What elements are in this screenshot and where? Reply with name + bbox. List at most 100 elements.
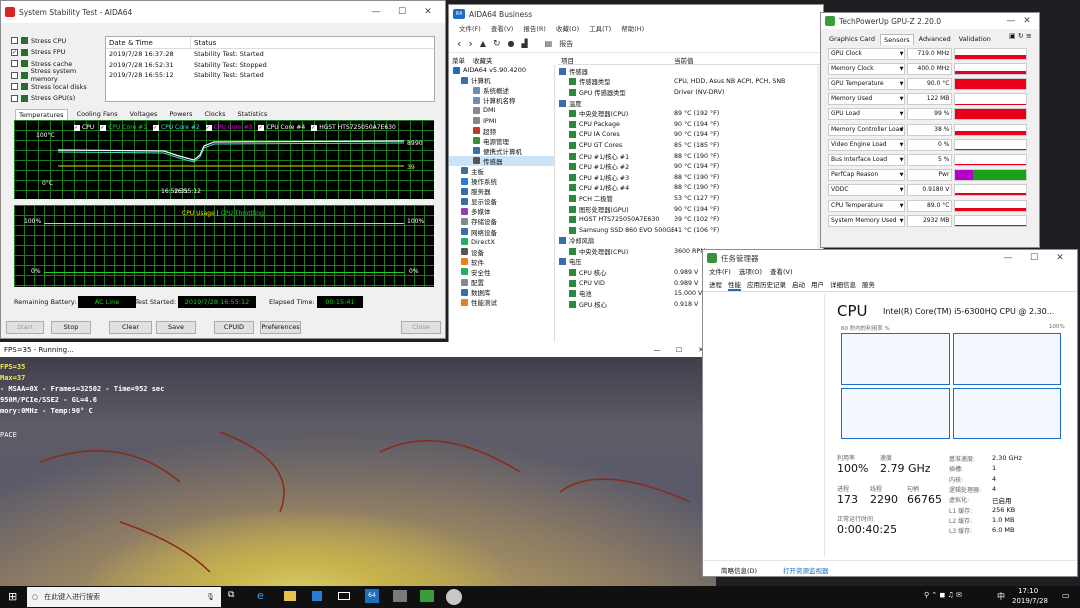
stress-option[interactable]: Stress system memory (11, 67, 103, 83)
tree-item[interactable]: AIDA64 v5.90.4200 (449, 65, 554, 75)
menu-tab[interactable]: 菜单 (452, 55, 465, 65)
tree-item[interactable]: 多媒体 (449, 206, 554, 216)
checkbox-icon[interactable] (11, 71, 18, 79)
log-col-status[interactable]: Status (191, 37, 216, 48)
tree-item[interactable]: IPMI (449, 115, 554, 125)
gpuz-tab[interactable]: Graphics Card (826, 34, 878, 45)
sensor-row[interactable]: CPU #1/核心 #2 90 °C (194 °F) (557, 161, 823, 172)
gpuz-sensor-name[interactable]: Memory Clock (828, 62, 906, 75)
checkbox-icon[interactable] (11, 37, 18, 45)
graph-tab[interactable]: Temperatures (15, 109, 68, 120)
sensor-row[interactable]: CPU #1/核心 #1 88 °C (190 °F) (557, 151, 823, 162)
close-icon[interactable]: ✕ (415, 7, 441, 17)
up-icon[interactable]: ▲ (480, 39, 486, 48)
aida-menu-item[interactable]: 查看(V) (491, 23, 514, 35)
tree-item[interactable]: 计算机名称 (449, 95, 554, 105)
graph-tab[interactable]: Cooling Fans (74, 109, 121, 120)
gpuz-sensor-name[interactable]: VDDC (828, 184, 906, 197)
taskmgr-tab[interactable]: 进程 (709, 279, 722, 291)
app-taskbar-icon[interactable] (393, 590, 407, 602)
stress-option[interactable]: ✓ Stress FPU (11, 47, 103, 59)
furmark-taskbar-icon[interactable] (446, 589, 462, 605)
taskmgr-close-icon[interactable]: ✕ (1047, 253, 1073, 263)
stress-option[interactable]: Stress GPU(s) (11, 93, 103, 105)
aida-menu-item[interactable]: 文件(F) (459, 23, 481, 35)
gpuz-sensor-name[interactable]: PerfCap Reason (828, 169, 906, 182)
gpuz-sensor-name[interactable]: GPU Temperature (828, 77, 906, 90)
sensor-row[interactable]: CPU #1/核心 #4 88 °C (190 °F) (557, 183, 823, 194)
tree-item[interactable]: 设备 (449, 247, 554, 257)
gpuz-tab[interactable]: Sensors (879, 34, 914, 45)
tree-item[interactable]: 存储设备 (449, 216, 554, 226)
gpuz-sensor-name[interactable]: Bus Interface Load (828, 153, 906, 166)
stop-button[interactable]: Stop (51, 321, 91, 334)
sensor-row[interactable]: PCH 二极管 53 °C (127 °F) (557, 193, 823, 204)
item-column-header[interactable]: 项目 (561, 55, 574, 65)
tree-item[interactable]: 软件 (449, 257, 554, 267)
tree-item[interactable]: 服务器 (449, 186, 554, 196)
graph-tab[interactable]: Clocks (201, 109, 228, 120)
minimize-icon[interactable]: — (363, 7, 389, 17)
tree-item[interactable]: 主板 (449, 166, 554, 176)
tree-item[interactable]: 操作系统 (449, 176, 554, 186)
taskmgr-menu-item[interactable]: 文件(F) (709, 266, 731, 279)
sensor-row[interactable]: CPU Package 90 °C (194 °F) (557, 119, 823, 130)
log-row[interactable]: 2019/7/28 16:55:12 Stability Test: Starte… (106, 70, 434, 81)
gpuz-minimize-icon[interactable]: — (1003, 16, 1019, 26)
sensor-row[interactable]: Samsung SSD 860 EVO 500GB 41 °C (106 °F) (557, 225, 823, 236)
stress-option[interactable]: Stress CPU (11, 35, 103, 47)
gpuz-tab[interactable]: Advanced (916, 34, 954, 45)
tree-item[interactable]: 传感器 (449, 155, 554, 166)
maximize-icon[interactable]: ☐ (389, 7, 415, 17)
cpuid-button[interactable]: CPUID (214, 321, 254, 334)
gpuz-toolbar-icons[interactable]: ▣ ↻ ≡ (1009, 32, 1032, 40)
tree-item[interactable]: 安全性 (449, 267, 554, 277)
start-button[interactable]: Start (6, 321, 44, 334)
tree-item[interactable]: 电源管理 (449, 136, 554, 146)
tree-item[interactable]: 数据库 (449, 287, 554, 297)
value-column-header[interactable]: 当前值 (674, 55, 694, 65)
tree-item[interactable]: 系统概述 (449, 85, 554, 95)
log-row[interactable]: 2019/7/28 16:37:28 Stability Test: Starte… (106, 49, 434, 60)
sensor-group[interactable]: 冷却风扇 (557, 236, 823, 247)
aida-menu-item[interactable]: 帮助(H) (621, 23, 644, 35)
gpuz-sensor-name[interactable]: System Memory Used (828, 214, 906, 227)
tree-item[interactable]: 超频 (449, 126, 554, 136)
sensor-group[interactable]: 传感器 (557, 66, 823, 77)
tree-item[interactable]: DMI (449, 105, 554, 115)
gpuz-tab[interactable]: Validation (956, 34, 994, 45)
favorites-tab[interactable]: 收藏夹 (473, 55, 493, 65)
windows-start-icon[interactable]: ⊞ (8, 590, 17, 603)
gpuz-sensor-name[interactable]: Memory Controller Load (828, 123, 906, 136)
gpuz-sensor-name[interactable]: Memory Used (828, 93, 906, 106)
sensor-row[interactable]: CPU IA Cores 90 °C (194 °F) (557, 130, 823, 141)
refresh-icon[interactable]: ↻ (493, 39, 501, 49)
sensor-row[interactable]: 中央处理器(CPU) 89 °C (192 °F) (557, 108, 823, 119)
tree-item[interactable]: 计算机 (449, 75, 554, 85)
taskmgr-tab[interactable]: 服务 (862, 279, 875, 291)
tray-icons[interactable]: ⚲ ⌃ ◼ ♫ ✉ (924, 591, 962, 599)
gpuz-sensor-name[interactable]: GPU Clock (828, 47, 906, 60)
tree-item[interactable]: 性能测试 (449, 297, 554, 307)
sensor-row[interactable]: HGST HTS725050A7E630 39 °C (102 °F) (557, 214, 823, 225)
clock-date[interactable]: 2019/7/28 (1012, 597, 1048, 605)
taskbar-search[interactable]: ○ 在此键入进行搜索 🎙 (27, 587, 221, 607)
aida64-taskbar-icon[interactable]: 64 (365, 589, 379, 603)
brief-info-link[interactable]: 简略信息(D) (721, 565, 757, 575)
aida-menu-item[interactable]: 报告(R) (523, 23, 546, 35)
aida-menu-item[interactable]: 工具(T) (589, 23, 611, 35)
store-icon[interactable] (312, 591, 322, 601)
gpuz-taskbar-icon[interactable] (420, 590, 434, 602)
ime-indicator[interactable]: 中 (997, 591, 1005, 602)
checkbox-icon[interactable]: ✓ (11, 48, 18, 56)
graph-tab[interactable]: Statistics (235, 109, 271, 120)
notification-icon[interactable]: ▭ (1062, 591, 1070, 600)
tree-item[interactable]: 网络设备 (449, 227, 554, 237)
tree-item[interactable]: 显示设备 (449, 196, 554, 206)
clear-button[interactable]: Clear (109, 321, 152, 334)
graph-tab[interactable]: Powers (166, 109, 195, 120)
explorer-icon[interactable] (284, 591, 296, 601)
sensor-row[interactable]: CPU #1/核心 #3 88 °C (190 °F) (557, 172, 823, 183)
back-icon[interactable]: ‹ (457, 37, 461, 50)
tree-item[interactable]: 配置 (449, 277, 554, 287)
